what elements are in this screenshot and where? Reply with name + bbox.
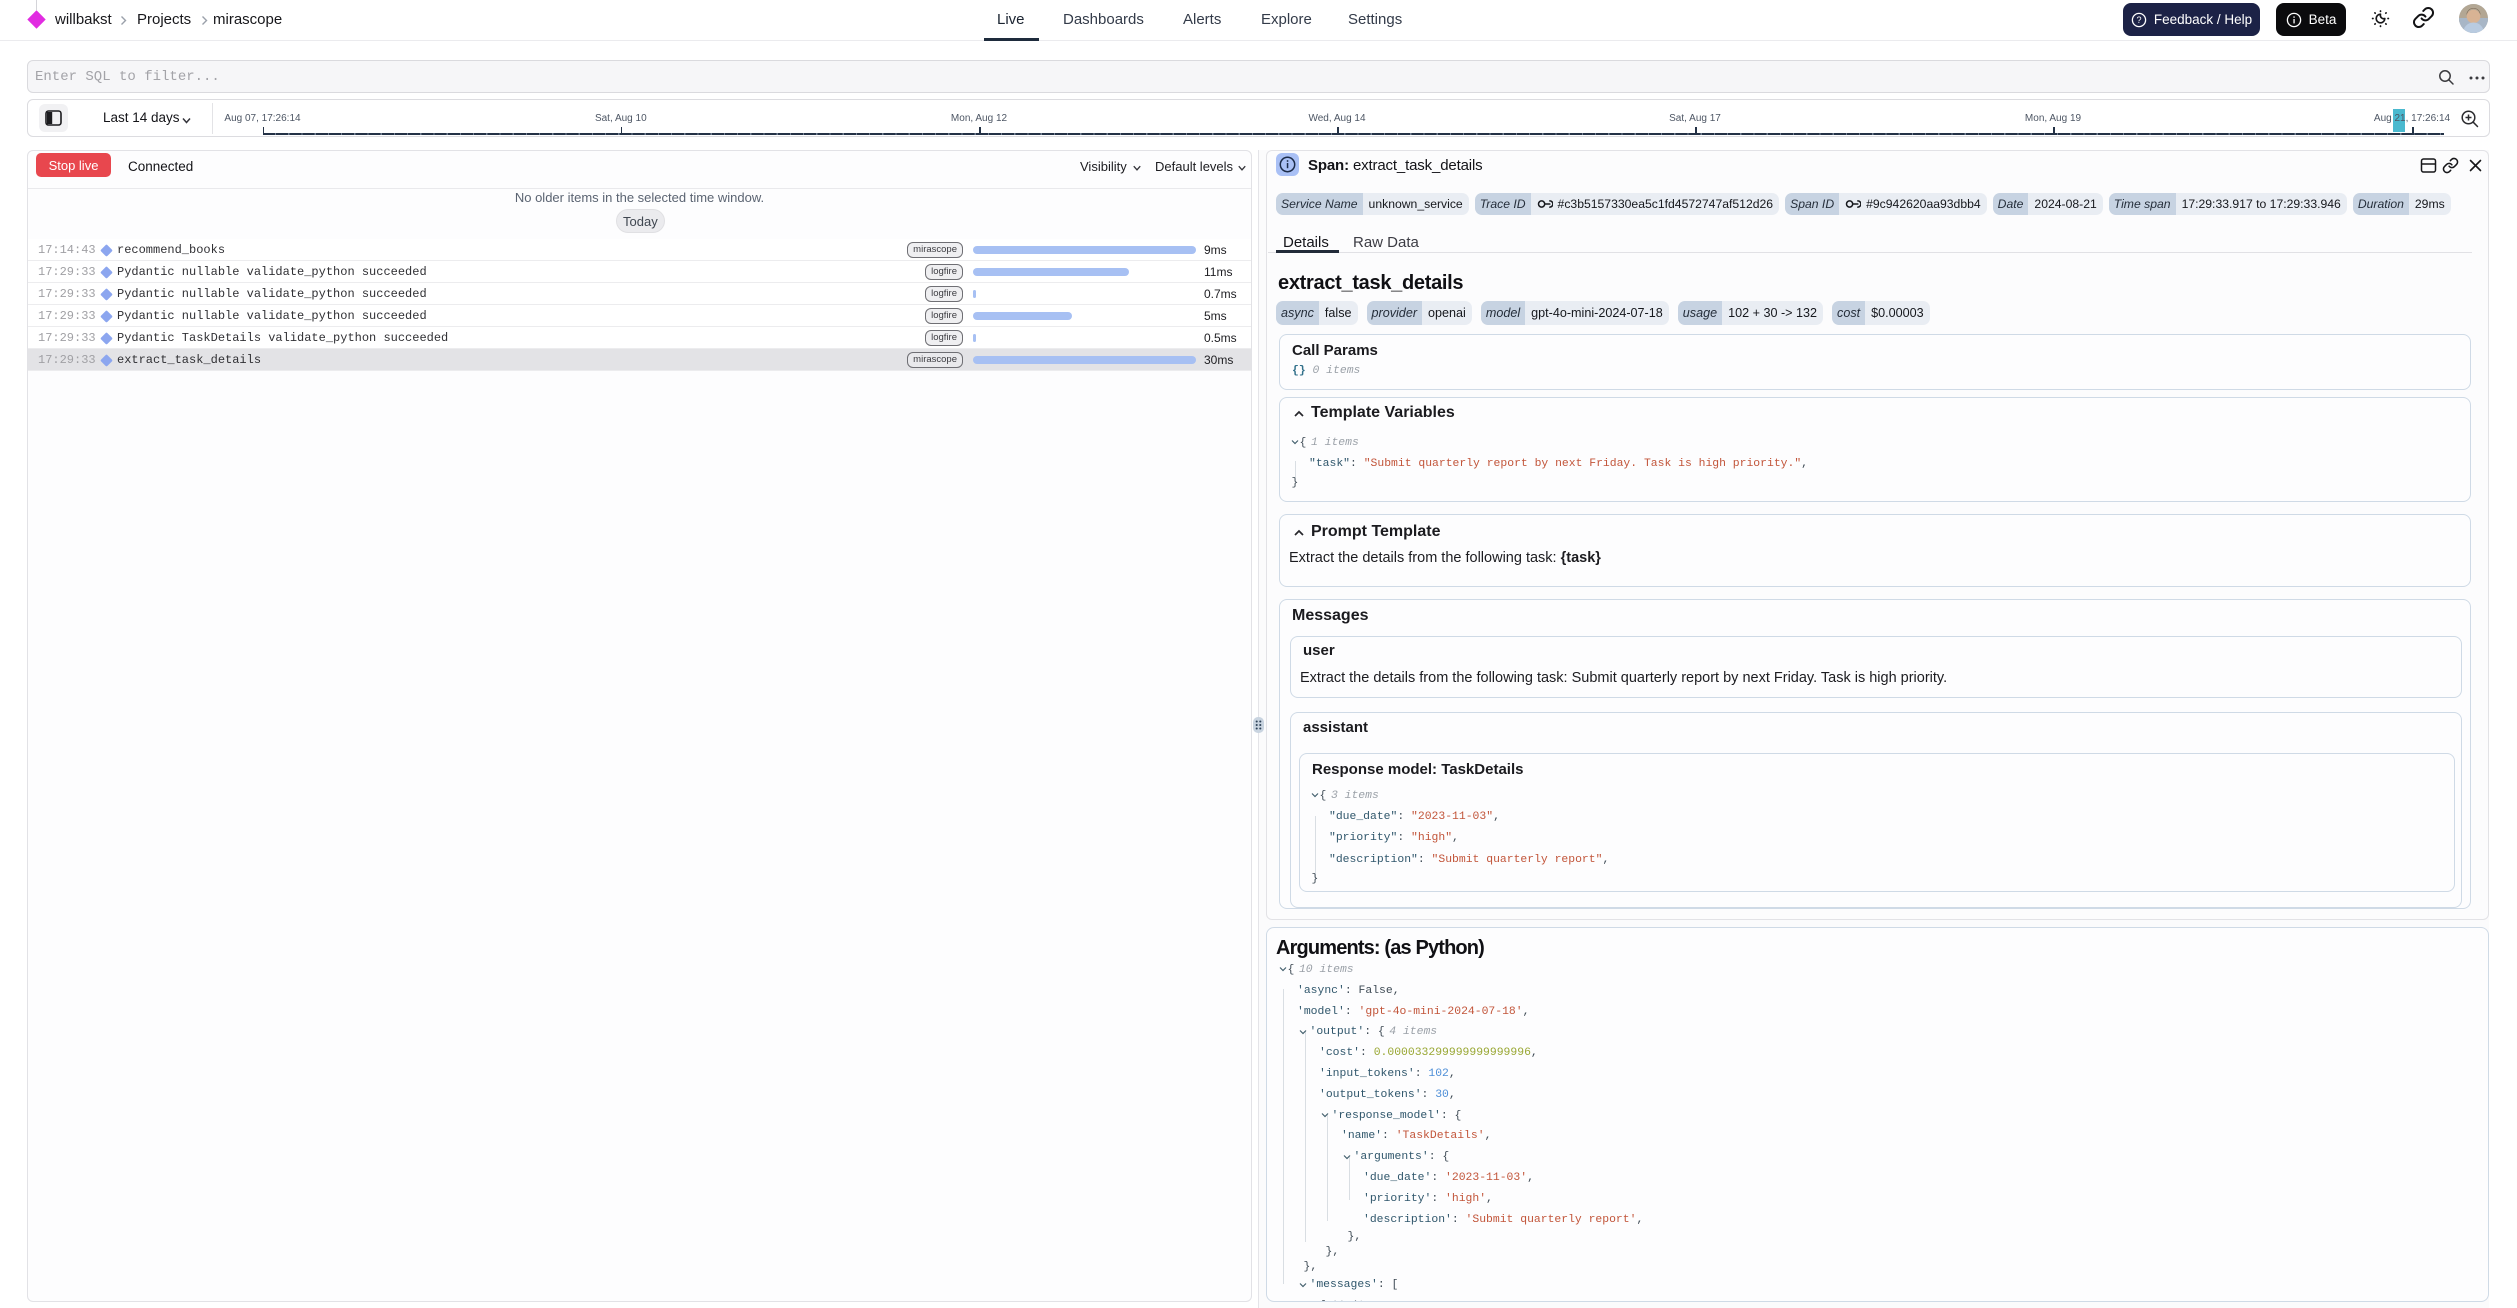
svg-text:?: ? [2136, 15, 2141, 25]
